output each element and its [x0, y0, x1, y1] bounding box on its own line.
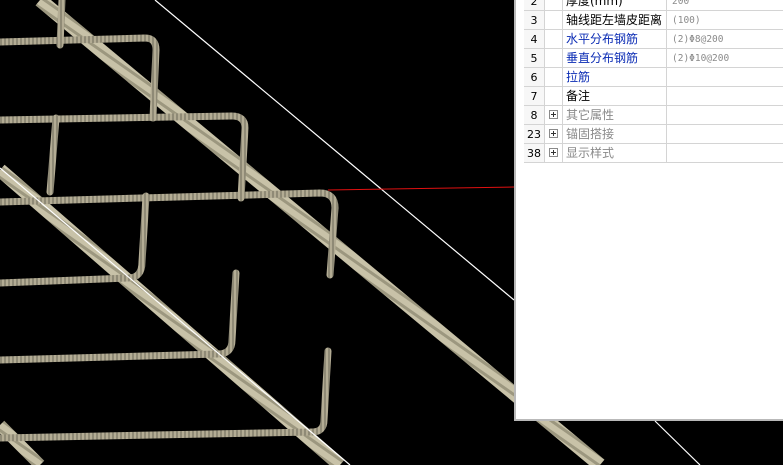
- row-expander: [545, 68, 563, 86]
- row-number: 4: [524, 30, 545, 48]
- property-value[interactable]: (2)Φ10@200: [667, 49, 783, 67]
- property-name: 其它属性: [563, 106, 667, 124]
- row-number: 6: [524, 68, 545, 86]
- property-value[interactable]: [667, 144, 783, 162]
- row-number: 23: [524, 125, 545, 143]
- row-expander[interactable]: [545, 125, 563, 143]
- property-value[interactable]: [667, 106, 783, 124]
- hook-mid-left: [46, 114, 60, 196]
- row-expander: [545, 49, 563, 67]
- property-value[interactable]: 200: [667, 0, 783, 10]
- property-value[interactable]: [667, 87, 783, 105]
- property-value[interactable]: [667, 68, 783, 86]
- property-row[interactable]: 8 其它属性: [524, 106, 783, 125]
- property-row[interactable]: 38 显示样式: [524, 144, 783, 163]
- property-row[interactable]: 7 备注: [524, 87, 783, 106]
- property-row[interactable]: 3 轴线距左墙皮距离 (100): [524, 11, 783, 30]
- row-expander[interactable]: [545, 106, 563, 124]
- row-number: 8: [524, 106, 545, 124]
- row-number: 2: [524, 0, 545, 10]
- property-value[interactable]: (2)Φ8@200: [667, 30, 783, 48]
- rebar-6: [0, 347, 332, 442]
- row-expander: [545, 87, 563, 105]
- property-name: 备注: [563, 87, 667, 105]
- guide-line-3: [654, 420, 701, 465]
- property-name: 垂直分布钢筋: [563, 49, 667, 67]
- hook-top-left: [56, 0, 66, 49]
- axis-line: [327, 186, 515, 191]
- diagonal-bar-bottom-left: [0, 420, 45, 465]
- row-expander: [545, 30, 563, 48]
- property-row[interactable]: 6 拉筋: [524, 68, 783, 87]
- property-value[interactable]: [667, 125, 783, 143]
- property-name: 水平分布钢筋: [563, 30, 667, 48]
- property-row[interactable]: 4 水平分布钢筋 (2)Φ8@200: [524, 30, 783, 49]
- rebar-2: [0, 112, 249, 202]
- expand-plus-icon[interactable]: [549, 148, 558, 157]
- expand-plus-icon[interactable]: [549, 110, 558, 119]
- row-number: 7: [524, 87, 545, 105]
- property-value[interactable]: (100): [667, 11, 783, 29]
- expand-plus-icon[interactable]: [549, 129, 558, 138]
- property-name: 厚度(mm): [563, 0, 667, 10]
- row-number: 38: [524, 144, 545, 162]
- row-number: 3: [524, 11, 545, 29]
- property-row[interactable]: 2 厚度(mm) 200: [524, 0, 783, 11]
- property-row[interactable]: 5 垂直分布钢筋 (2)Φ10@200: [524, 49, 783, 68]
- row-number: 5: [524, 49, 545, 67]
- property-row[interactable]: 23 锚固搭接: [524, 125, 783, 144]
- row-expander: [545, 0, 563, 10]
- property-name: 显示样式: [563, 144, 667, 162]
- property-panel[interactable]: 2 厚度(mm) 200 3 轴线距左墙皮距离 (100) 4 水平分布钢筋 (2)Φ8@200…: [514, 0, 783, 421]
- property-name: 锚固搭接: [563, 125, 667, 143]
- row-expander: [545, 11, 563, 29]
- row-expander[interactable]: [545, 144, 563, 162]
- property-name: 拉筋: [563, 68, 667, 86]
- property-name: 轴线距左墙皮距离: [563, 11, 667, 29]
